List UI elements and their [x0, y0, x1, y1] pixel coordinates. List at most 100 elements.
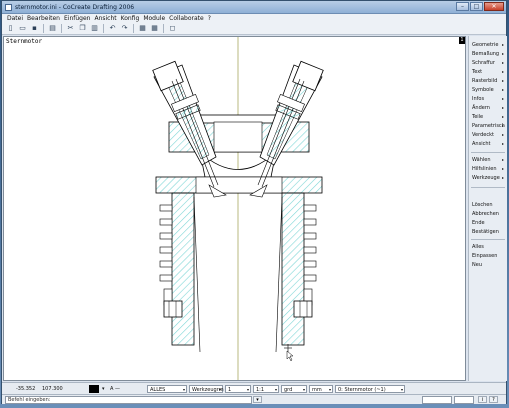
- menu-module[interactable]: Module: [143, 14, 165, 23]
- chevron-right-icon: ▸: [501, 87, 504, 92]
- sidebar-item-hilfslinien[interactable]: Hilfslinien ▸: [472, 166, 506, 172]
- chevron-right-icon: ▸: [501, 141, 504, 146]
- sidebar-item-verdeckt[interactable]: Verdeckt ▸: [472, 132, 506, 138]
- sidebar-item-geometrie[interactable]: Geometrie ▸: [472, 42, 506, 48]
- close-button[interactable]: ✕: [484, 2, 504, 11]
- sidebar-item-werkzeuge[interactable]: Werkzeuge ▸: [472, 175, 506, 181]
- chevron-right-icon: ▸: [501, 132, 504, 137]
- menu-konfig[interactable]: Konfig: [121, 14, 140, 23]
- layout-icon[interactable]: ▦: [150, 24, 159, 33]
- color-dropdown-arrow[interactable]: ▾: [102, 385, 110, 393]
- sidebar-item-einpassen[interactable]: Einpassen: [472, 253, 497, 259]
- toolbar-separator: [163, 24, 164, 33]
- right-cylinder-wall: [275, 192, 317, 353]
- menu-help[interactable]: ?: [208, 14, 211, 23]
- command-bar: Befehl eingeben: ▾ i ?: [2, 394, 506, 404]
- chevron-down-icon: ▾: [328, 387, 331, 392]
- chevron-right-icon: ▸: [501, 42, 504, 47]
- length-unit-dropdown[interactable]: mm ▾: [309, 385, 333, 393]
- status-bar: -35.352 107.300 ▾ A — ALLES ▾ Werkzeugrm ▾…: [2, 382, 506, 394]
- help-icon[interactable]: ?: [489, 396, 498, 403]
- sidebar-item-alles[interactable]: Alles: [472, 244, 484, 250]
- chevron-down-icon: ▾: [302, 387, 305, 392]
- sidebar-item-loeschen[interactable]: Löschen: [472, 202, 493, 208]
- sidebar-item-schraffur[interactable]: Schraffur ▸: [472, 60, 506, 66]
- menu-ansicht[interactable]: Ansicht: [94, 14, 116, 23]
- sidebar-item-infos[interactable]: Infos ▸: [472, 96, 506, 102]
- sidebar-separator: [471, 152, 505, 153]
- maximize-button[interactable]: □: [470, 2, 483, 11]
- toolbar-separator: [103, 24, 104, 33]
- chevron-right-icon: ▸: [501, 114, 504, 119]
- chevron-down-icon: ▾: [218, 387, 221, 392]
- command-history-button[interactable]: ▾: [253, 396, 262, 403]
- sidebar-separator: [471, 239, 505, 240]
- drawing-canvas[interactable]: Sternmotor 1: [3, 36, 466, 381]
- sidebar-item-bemassung[interactable]: Bemaßung ▸: [472, 51, 506, 57]
- workspace-dropdown[interactable]: Werkzeugrm ▾: [189, 385, 224, 393]
- head-inner-cavity: [213, 121, 263, 153]
- crosshair-cursor: [284, 344, 294, 362]
- chevron-down-icon: ▾: [400, 387, 403, 392]
- line-style-selector[interactable]: A —: [110, 385, 136, 393]
- coord-x-readout: -35.352: [16, 386, 36, 392]
- print-icon[interactable]: ▤: [48, 24, 57, 33]
- cut-icon[interactable]: ✂: [66, 24, 75, 33]
- part-dropdown[interactable]: 0: Sternmotor (~1) ▾: [335, 385, 405, 393]
- chevron-down-icon: ▾: [274, 387, 277, 392]
- command-input[interactable]: Befehl eingeben:: [5, 396, 252, 404]
- menu-datei[interactable]: Datei: [7, 14, 23, 23]
- sidebar-item-abbrechen[interactable]: Abbrechen: [472, 211, 499, 217]
- chevron-right-icon: ▸: [501, 166, 504, 171]
- info-icon[interactable]: i: [478, 396, 487, 403]
- sidebar-item-text[interactable]: Text ▸: [472, 69, 506, 75]
- sidebar-item-symbole[interactable]: Symbole ▸: [472, 87, 506, 93]
- coord-y-readout: 107.300: [42, 386, 63, 392]
- line-type-label: A: [110, 386, 114, 392]
- chevron-right-icon: ▸: [501, 105, 504, 110]
- menu-collaborate[interactable]: Collaborate: [169, 14, 204, 23]
- angle-unit-dropdown[interactable]: grd ▾: [281, 385, 307, 393]
- sidebar-item-neu[interactable]: Neu: [472, 262, 482, 268]
- engine-cross-section-drawing: [152, 37, 324, 380]
- scale-dropdown[interactable]: 1:1 ▾: [253, 385, 279, 393]
- sidebar-item-parametrisch[interactable]: Parametrisch ▸: [472, 123, 506, 129]
- color-swatch[interactable]: [89, 385, 99, 393]
- layer-filter-dropdown[interactable]: ALLES ▾: [147, 385, 187, 393]
- chevron-right-icon: ▸: [501, 123, 504, 128]
- menu-bearbeiten[interactable]: Bearbeiten: [27, 14, 60, 23]
- open-folder-icon[interactable]: ▭: [18, 24, 27, 33]
- chevron-right-icon: ▸: [501, 51, 504, 56]
- sidebar-item-teile[interactable]: Teile ▸: [472, 114, 506, 120]
- sidebar-item-bestaetigen[interactable]: Bestätigen: [472, 229, 499, 235]
- redo-icon[interactable]: ↷: [120, 24, 129, 33]
- line-style-preview: —: [115, 386, 121, 392]
- chevron-right-icon: ▸: [501, 69, 504, 74]
- paste-icon[interactable]: ▥: [90, 24, 99, 33]
- sidebar-item-aendern[interactable]: Ändern ▸: [472, 105, 506, 111]
- copy-icon[interactable]: ❐: [78, 24, 87, 33]
- toolbar-separator: [43, 24, 44, 33]
- minimize-button[interactable]: –: [456, 2, 469, 11]
- chevron-down-icon: ▾: [246, 387, 249, 392]
- sidebar-item-rasterbild[interactable]: Rasterbild ▸: [472, 78, 506, 84]
- toolbar-separator: [61, 24, 62, 33]
- zoom-icon[interactable]: ◻: [168, 24, 177, 33]
- title-bar[interactable]: sternmotor.ini - CoCreate Drafting 2006 …: [2, 1, 506, 14]
- save-icon[interactable]: ▪: [30, 24, 39, 33]
- application-window: sternmotor.ini - CoCreate Drafting 2006 …: [1, 0, 507, 404]
- menu-einfuegen[interactable]: Einfügen: [64, 14, 90, 23]
- sidebar-item-ende[interactable]: Ende: [472, 220, 485, 226]
- grid-icon[interactable]: ▦: [138, 24, 147, 33]
- sidebar-separator: [471, 187, 505, 188]
- sidebar-item-ansicht[interactable]: Ansicht ▸: [472, 141, 506, 147]
- undo-icon[interactable]: ↶: [108, 24, 117, 33]
- window-controls: – □ ✕: [456, 2, 504, 11]
- new-file-icon[interactable]: ▯: [6, 24, 15, 33]
- window-title: sternmotor.ini - CoCreate Drafting 2006: [15, 4, 135, 11]
- menu-bar: Datei Bearbeiten Einfügen Ansicht Konfig…: [2, 14, 506, 23]
- chevron-right-icon: ▸: [501, 96, 504, 101]
- toolbar: ▯ ▭ ▪ ▤ ✂ ❐ ▥ ↶ ↷ ▦ ▦ ◻: [2, 23, 506, 35]
- pen-dropdown[interactable]: 1 ▾: [225, 385, 251, 393]
- sidebar-item-waehlen[interactable]: Wählen ▸: [472, 157, 506, 163]
